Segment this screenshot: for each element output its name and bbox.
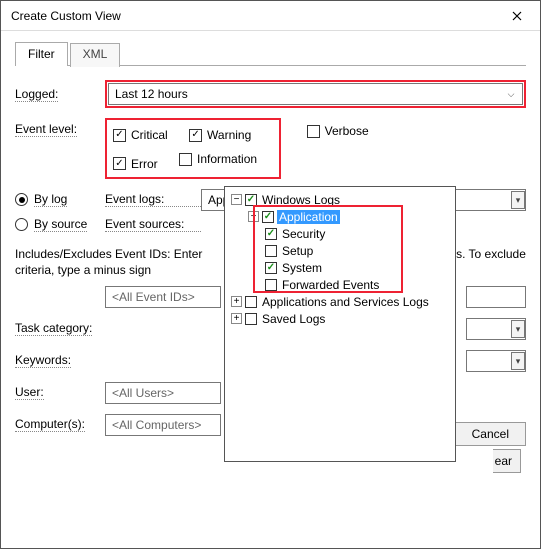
expand-icon[interactable]: + — [231, 313, 242, 324]
checkbox-icon — [189, 129, 202, 142]
keywords-dropdown[interactable]: ▾ — [466, 350, 526, 372]
expand-icon[interactable]: + — [231, 296, 242, 307]
task-category-dropdown[interactable]: ▾ — [466, 318, 526, 340]
tab-filter[interactable]: Filter — [15, 42, 68, 66]
label-event-sources: Event sources: — [105, 217, 201, 232]
tree-node-security[interactable]: Security — [231, 225, 455, 242]
checkbox-error[interactable]: Error — [113, 157, 158, 171]
label-task-category: Task category: — [15, 321, 105, 336]
checkbox-icon[interactable] — [245, 194, 257, 206]
titlebar: Create Custom View — [1, 1, 540, 31]
label-user: User: — [15, 385, 105, 400]
logged-highlight: Last 12 hours ⌵ — [105, 80, 526, 108]
checkbox-verbose[interactable]: Verbose — [307, 124, 369, 138]
cancel-button[interactable]: Cancel — [455, 422, 526, 446]
tree-node-windows-logs[interactable]: − Windows Logs — [231, 191, 455, 208]
checkbox-icon[interactable] — [245, 296, 257, 308]
checkbox-icon[interactable] — [245, 313, 257, 325]
label-event-logs: Event logs: — [105, 192, 201, 207]
checkbox-icon — [113, 157, 126, 170]
collapse-icon[interactable]: − — [231, 194, 242, 205]
checkbox-information[interactable]: Information — [179, 152, 257, 166]
checkbox-icon[interactable] — [265, 245, 277, 257]
logged-value: Last 12 hours — [115, 87, 504, 101]
event-logs-tree-panel: − Windows Logs − Application Security Se… — [224, 186, 456, 462]
checkbox-icon — [307, 125, 320, 138]
tree-node-application[interactable]: − Application — [231, 208, 455, 225]
chevron-down-icon: ⌵ — [504, 89, 518, 100]
logged-dropdown[interactable]: Last 12 hours ⌵ — [108, 83, 523, 105]
checkbox-icon[interactable] — [262, 211, 274, 223]
collapse-icon[interactable]: − — [248, 211, 259, 222]
label-computers: Computer(s): — [15, 417, 105, 432]
radio-by-source[interactable]: By source — [15, 217, 105, 232]
label-logged: Logged: — [15, 87, 105, 102]
tabstrip: Filter XML — [15, 41, 526, 66]
row-event-level: Event level: Critical Warning Error Info… — [15, 118, 526, 179]
checkbox-warning[interactable]: Warning — [189, 128, 251, 142]
window-title: Create Custom View — [11, 9, 494, 23]
checkbox-icon[interactable] — [265, 279, 277, 291]
chevron-down-icon: ▾ — [511, 352, 525, 370]
chevron-down-icon: ▾ — [511, 191, 525, 209]
event-ids-extra-input[interactable] — [466, 286, 526, 308]
tree-node-setup[interactable]: Setup — [231, 242, 455, 259]
checkbox-icon[interactable] — [265, 262, 277, 274]
checkbox-icon[interactable] — [265, 228, 277, 240]
checkbox-icon — [179, 153, 192, 166]
radio-icon — [15, 193, 28, 206]
event-ids-input[interactable]: <All Event IDs> — [105, 286, 221, 308]
radio-by-log[interactable]: By log — [15, 192, 105, 207]
checkbox-icon — [113, 129, 126, 142]
create-custom-view-window: Create Custom View Filter XML Logged: La… — [0, 0, 541, 549]
user-input[interactable]: <All Users> — [105, 382, 221, 404]
tree-node-forwarded-events[interactable]: Forwarded Events — [231, 276, 455, 293]
radio-icon — [15, 218, 28, 231]
checkbox-critical[interactable]: Critical — [113, 128, 168, 142]
tree-node-saved-logs[interactable]: + Saved Logs — [231, 310, 455, 327]
label-event-level: Event level: — [15, 118, 105, 137]
clear-button-row: ear — [493, 447, 526, 475]
close-icon — [512, 11, 522, 21]
computers-input[interactable]: <All Computers> — [105, 414, 221, 436]
tree-node-app-services-logs[interactable]: + Applications and Services Logs — [231, 293, 455, 310]
close-button[interactable] — [494, 1, 540, 31]
tab-xml[interactable]: XML — [70, 43, 121, 67]
chevron-down-icon: ▾ — [511, 320, 525, 338]
row-logged: Logged: Last 12 hours ⌵ — [15, 80, 526, 108]
label-keywords: Keywords: — [15, 353, 105, 368]
clear-button[interactable]: ear — [493, 449, 521, 473]
event-level-highlight: Critical Warning Error Information — [105, 118, 281, 179]
tree-node-system[interactable]: System — [231, 259, 455, 276]
event-level-group: Critical Warning Error Information Verbo… — [105, 118, 526, 179]
